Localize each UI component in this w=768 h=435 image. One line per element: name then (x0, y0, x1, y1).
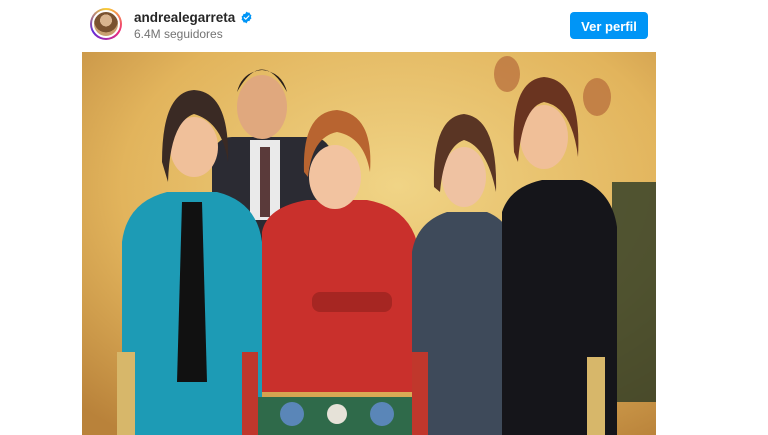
avatar-image (92, 10, 120, 38)
verified-badge-icon (241, 11, 252, 24)
username-row: andrealegarreta (134, 10, 253, 25)
profile-avatar[interactable] (90, 8, 122, 40)
follower-count: 6.4M seguidores (134, 27, 223, 41)
username-link[interactable]: andrealegarreta (134, 10, 235, 25)
post-header: andrealegarreta 6.4M seguidores Ver perf… (82, 0, 656, 52)
group-photo (82, 52, 656, 435)
view-profile-button[interactable]: Ver perfil (570, 12, 648, 39)
post-photo[interactable] (82, 52, 656, 435)
instagram-embed: andrealegarreta 6.4M seguidores Ver perf… (82, 0, 656, 435)
